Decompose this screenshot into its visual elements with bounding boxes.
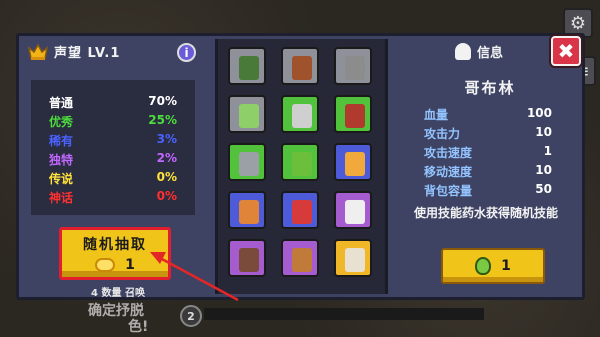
character-cell[interactable]: [334, 143, 372, 181]
info-title: 信息: [477, 46, 504, 61]
info-icon[interactable]: i: [177, 43, 196, 62]
rarity-row: 优秀 25%: [49, 113, 177, 130]
rarity-row: 神话 0%: [49, 189, 177, 206]
rarity-name: 传说: [49, 172, 74, 186]
character-sprite-icon: [345, 152, 365, 176]
rarity-value: 70%: [148, 94, 177, 108]
character-name: 哥布林: [464, 79, 516, 97]
rarity-name: 独特: [49, 153, 74, 167]
random-draw-button[interactable]: 随机抽取 1: [59, 227, 171, 280]
character-cell[interactable]: [228, 47, 266, 85]
crown-icon: [28, 42, 48, 60]
close-button[interactable]: ✖: [551, 36, 581, 66]
character-cell[interactable]: [334, 191, 372, 229]
character-cell[interactable]: [281, 143, 319, 181]
skill-potion-button[interactable]: 1: [441, 248, 545, 284]
stat-label: 攻击速度: [424, 146, 473, 160]
potion-count: 1: [501, 258, 511, 274]
reputation-title: 声望 LV.1: [54, 46, 121, 61]
rarity-name: 稀有: [49, 134, 74, 148]
skill-description: 使用技能药水获得随机技能: [414, 206, 559, 220]
character-cell[interactable]: [281, 239, 319, 277]
potion-icon: [475, 257, 492, 275]
character-sprite-icon: [345, 248, 365, 272]
stat-row: 移动速度 10: [424, 163, 552, 180]
character-sprite-icon: [239, 56, 259, 80]
character-sprite-icon: [239, 200, 259, 224]
rarity-row: 稀有 3%: [49, 132, 177, 149]
character-sprite-icon: [292, 104, 312, 128]
character-cell[interactable]: [228, 191, 266, 229]
stat-label: 移动速度: [424, 165, 473, 179]
stat-value: 50: [535, 182, 552, 196]
stat-row: 攻击速度 1: [424, 144, 552, 161]
character-cell[interactable]: [281, 191, 319, 229]
character-sprite-icon: [239, 248, 259, 272]
stat-label: 背包容量: [424, 184, 473, 198]
rarity-name: 神话: [49, 191, 74, 205]
character-sprite-icon: [345, 56, 365, 80]
bottom-bar: [204, 308, 484, 320]
rarity-value: 3%: [156, 132, 177, 146]
stat-value: 100: [526, 106, 552, 120]
character-cell[interactable]: [281, 47, 319, 85]
background-text-2: 色!: [128, 319, 149, 335]
stat-value: 10: [535, 125, 552, 139]
character-sprite-icon: [239, 152, 259, 176]
ghost-icon: [455, 43, 471, 60]
character-sprite-icon: [292, 200, 312, 224]
stat-row: 背包容量 50: [424, 182, 552, 199]
character-cell[interactable]: [281, 95, 319, 133]
character-grid: [215, 39, 388, 294]
info-header: 信息: [455, 42, 503, 61]
character-sprite-icon: [345, 200, 365, 224]
character-sprite-icon: [292, 56, 312, 80]
gold-icon: [95, 258, 116, 272]
rarity-name: 普通: [49, 96, 74, 110]
rarity-value: 25%: [148, 113, 177, 127]
rarity-row: 独特 2%: [49, 151, 177, 168]
character-cell[interactable]: [334, 47, 372, 85]
stat-label: 攻击力: [424, 127, 461, 141]
stat-row: 攻击力 10: [424, 125, 552, 142]
rarity-row: 传说 0%: [49, 170, 177, 187]
character-sprite-icon: [345, 104, 365, 128]
stat-row: 血量 100: [424, 106, 552, 123]
character-cell[interactable]: [334, 239, 372, 277]
character-sprite-icon: [292, 152, 312, 176]
level-badge: 2: [180, 305, 202, 327]
character-sprite-icon: [239, 104, 259, 128]
rarity-value: 0%: [156, 189, 177, 203]
character-cell[interactable]: [228, 143, 266, 181]
stat-value: 10: [535, 163, 552, 177]
rarity-value: 0%: [156, 170, 177, 184]
character-sprite-icon: [292, 248, 312, 272]
stat-label: 血量: [424, 108, 449, 122]
rarity-value: 2%: [156, 151, 177, 165]
draw-cost: 1: [125, 257, 135, 273]
rarity-row: 普通 70%: [49, 94, 177, 111]
rarity-name: 优秀: [49, 115, 74, 129]
rarity-table: 普通 70% 优秀 25% 稀有 3% 独特 2% 传说 0% 神话 0%: [31, 80, 195, 215]
character-cell[interactable]: [334, 95, 372, 133]
character-cell[interactable]: [228, 95, 266, 133]
reputation-header: 声望 LV.1: [28, 42, 120, 61]
summon-count-note: 4 数量 召唤: [91, 288, 145, 299]
character-cell[interactable]: [228, 239, 266, 277]
stat-value: 1: [543, 144, 552, 158]
draw-label: 随机抽取: [83, 237, 147, 253]
